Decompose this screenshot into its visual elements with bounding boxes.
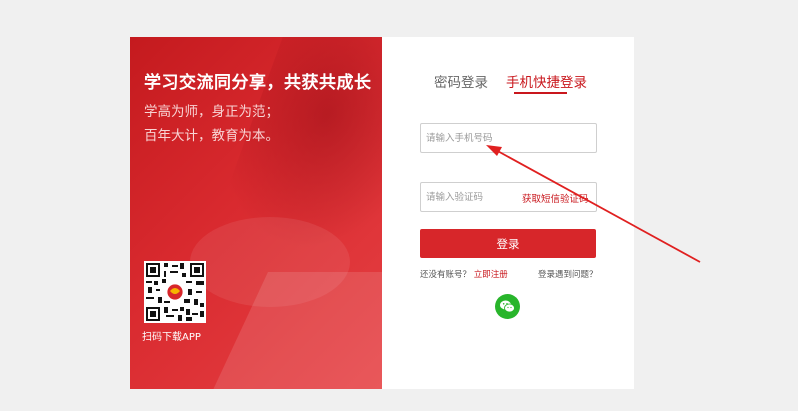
qr-caption: 扫码下载APP	[142, 332, 201, 343]
motto-line: 百年大计，教育为本。	[144, 128, 279, 144]
login-tabs: 密码登录 手机快捷登录	[434, 71, 614, 94]
promo-panel: 学习交流同分享，共获共成长 学高为师，身正为范； 百年大计，教育为本。 扫码下载…	[130, 37, 382, 389]
register-link[interactable]: 立即注册	[474, 270, 508, 280]
register-prompt: 还没有账号？ 立即注册	[420, 268, 508, 280]
wechat-icon	[500, 300, 515, 313]
wechat-login-button[interactable]	[495, 294, 520, 319]
login-button[interactable]: 登录	[420, 229, 596, 258]
phone-input[interactable]	[420, 123, 597, 153]
motto-line: 学高为师，身正为范；	[144, 104, 279, 120]
active-tab-indicator	[514, 92, 567, 94]
app-qr-code	[144, 261, 206, 323]
qr-code-icon	[146, 263, 204, 321]
promo-motto: 学高为师，身正为范； 百年大计，教育为本。	[144, 100, 279, 148]
tab-password-login[interactable]: 密码登录	[434, 71, 488, 91]
get-sms-code-link[interactable]: 获取短信验证码	[522, 191, 589, 205]
promo-slogan: 学习交流同分享，共获共成长	[144, 73, 372, 93]
login-card: 学习交流同分享，共获共成长 学高为师，身正为范； 百年大计，教育为本。 扫码下载…	[130, 37, 634, 389]
no-account-text: 还没有账号？	[420, 270, 472, 280]
tab-phone-login[interactable]: 手机快捷登录	[506, 71, 587, 91]
login-problem-link[interactable]: 登录遇到问题？	[538, 268, 598, 280]
